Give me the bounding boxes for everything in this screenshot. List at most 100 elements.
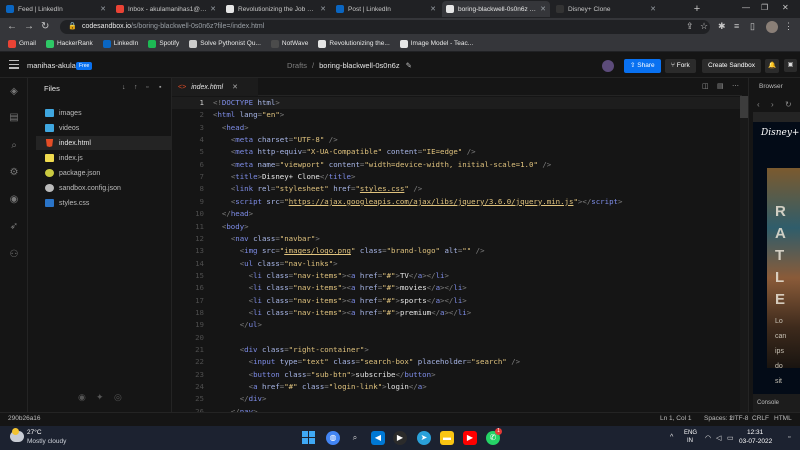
preview-back-icon[interactable]: ‹: [757, 100, 760, 109]
browser-tab[interactable]: Feed | LinkedIn ✕: [2, 1, 110, 17]
sidebar-icon[interactable]: ▯: [750, 21, 755, 32]
battery-icon[interactable]: ▭: [727, 434, 734, 442]
bookmark-item[interactable]: NotWave: [270, 39, 308, 48]
code-line[interactable]: 19 </ul>: [172, 319, 740, 331]
file-explorer-taskbar-icon[interactable]: ▬: [440, 431, 454, 445]
url-input[interactable]: 🔒 codesandbox.io/s/boring-blackwell-0s0n…: [60, 20, 710, 34]
file-item[interactable]: videos: [36, 121, 172, 135]
browser-tab[interactable]: Disney+ Clone ✕: [552, 1, 660, 17]
code-line[interactable]: 17 <li class="nav-items"><a href="#">spo…: [172, 295, 740, 307]
project-info-icon[interactable]: ◈: [8, 86, 20, 98]
file-item[interactable]: sandbox.config.json: [36, 181, 172, 195]
close-tab-icon[interactable]: ✕: [210, 5, 216, 13]
bookmark-item[interactable]: Revolutionizing the...: [318, 39, 390, 48]
wifi-icon[interactable]: ◠: [705, 434, 711, 442]
weather-temperature[interactable]: 27°C: [27, 429, 42, 436]
account-avatar[interactable]: ▣: [784, 59, 797, 72]
maximize-icon[interactable]: ❐: [761, 3, 768, 12]
code-line[interactable]: 5 <meta http-equiv="X-UA-Compatible" con…: [172, 146, 740, 158]
code-line[interactable]: 16 <li class="nav-items"><a href="#">mov…: [172, 282, 740, 294]
drafts-link[interactable]: Drafts: [287, 61, 307, 70]
username[interactable]: manihas-akula: [27, 61, 76, 70]
bookmark-item[interactable]: Gmail: [8, 39, 36, 48]
code-line[interactable]: 21 <div class="right-container">: [172, 344, 740, 356]
tab-index-html[interactable]: <> index.html ✕: [172, 78, 258, 96]
browser-tab[interactable]: Post | LinkedIn ✕: [332, 1, 440, 17]
file-item[interactable]: package.json: [36, 166, 172, 180]
code-line[interactable]: 13 <img src="images/logo.png" class="bra…: [172, 245, 740, 257]
code-line[interactable]: 15 <li class="nav-items"><a href="#">TV<…: [172, 270, 740, 282]
more-icon[interactable]: ⋯: [732, 82, 739, 90]
browser-tab[interactable]: Revolutionizing the Job Market✕: [222, 1, 330, 17]
code-line[interactable]: 22 <input type="text" class="search-box"…: [172, 356, 740, 368]
cursor-position[interactable]: Ln 1, Col 1: [660, 415, 691, 422]
file-item[interactable]: index.html: [36, 136, 172, 150]
close-tab-icon[interactable]: ✕: [100, 5, 106, 13]
fork-button[interactable]: ⑂ Fork: [665, 59, 696, 73]
edit-icon[interactable]: ✎: [406, 61, 412, 70]
minimize-icon[interactable]: —: [742, 3, 750, 12]
bookmark-item[interactable]: Image Model - Teac...: [399, 39, 473, 48]
close-tab-icon[interactable]: ✕: [232, 83, 238, 91]
deploy-icon[interactable]: ➶: [8, 221, 20, 233]
reload-icon[interactable]: ↻: [41, 20, 49, 34]
close-tab-icon[interactable]: ✕: [320, 5, 326, 13]
code-line[interactable]: 11 <body>: [172, 221, 740, 233]
code-line[interactable]: 4 <meta charset="UTF-8" />: [172, 134, 740, 146]
notification-icon[interactable]: ▫: [788, 434, 790, 441]
bookmark-item[interactable]: Spotify: [148, 39, 179, 48]
profile-avatar[interactable]: [766, 21, 778, 33]
extensions-icon[interactable]: ✱: [718, 21, 726, 32]
preview-refresh-icon[interactable]: ↻: [785, 100, 792, 109]
settings-icon[interactable]: ⚙: [8, 167, 20, 179]
new-folder-icon[interactable]: ▪: [159, 84, 161, 91]
start-icon[interactable]: [302, 431, 316, 445]
bookmark-item[interactable]: Solve Pythonist Qu...: [189, 39, 261, 48]
file-item[interactable]: styles.css: [36, 196, 172, 210]
code-line[interactable]: 9 <script src="https://ajax.googleapis.c…: [172, 196, 740, 208]
whatsapp-icon[interactable]: ✆ 1: [486, 428, 502, 445]
code-editor[interactable]: 1 <!DOCTYPE html> 2 <html lang="en"> 3 <head…: [172, 96, 740, 412]
indentation[interactable]: Spaces: 2: [704, 415, 733, 422]
telegram-icon[interactable]: ➤: [417, 431, 431, 445]
language-code[interactable]: ENG: [684, 430, 697, 436]
code-line[interactable]: 12 <nav class="navbar">: [172, 233, 740, 245]
clock-date[interactable]: 03-07-2022: [739, 438, 772, 445]
close-tab-icon[interactable]: ✕: [540, 5, 546, 13]
reading-list-icon[interactable]: ≡: [734, 21, 739, 31]
weather-icon[interactable]: [10, 428, 24, 442]
language-mode[interactable]: HTML: [774, 415, 792, 422]
language-region[interactable]: IN: [687, 438, 693, 444]
menu-icon[interactable]: ⋮: [784, 21, 793, 32]
file-item[interactable]: images: [36, 106, 172, 120]
twitter-icon[interactable]: ✦: [96, 392, 104, 403]
line-ending[interactable]: CRLF: [752, 415, 769, 422]
split-editor-icon[interactable]: ◫: [702, 82, 709, 90]
live-users-icon[interactable]: ⚇: [8, 249, 20, 261]
new-file-icon[interactable]: ▫: [146, 84, 148, 91]
editor-scrollbar[interactable]: [740, 96, 748, 412]
close-window-icon[interactable]: ✕: [782, 3, 789, 12]
code-line[interactable]: 23 <button class="sub-btn">subscribe</bu…: [172, 369, 740, 381]
github-social-icon[interactable]: ◉: [78, 392, 86, 403]
close-tab-icon[interactable]: ✕: [430, 5, 436, 13]
bell-icon[interactable]: 🔔: [765, 59, 779, 73]
hamburger-icon[interactable]: [9, 60, 19, 70]
share-page-icon[interactable]: ⇪: [686, 21, 694, 32]
code-line[interactable]: 25 </div>: [172, 393, 740, 405]
code-line[interactable]: 18 <li class="nav-items"><a href="#">pre…: [172, 307, 740, 319]
search-icon[interactable]: ⌕: [8, 140, 20, 152]
back-icon[interactable]: ←: [7, 20, 17, 34]
collaborator-avatar[interactable]: [602, 60, 614, 72]
code-line[interactable]: 10 </head>: [172, 208, 740, 220]
code-line[interactable]: 14 <ul class="nav-links">: [172, 258, 740, 270]
upload-icon[interactable]: ↑: [134, 84, 138, 91]
code-line[interactable]: 8 <link rel="stylesheet" href="styles.cs…: [172, 183, 740, 195]
close-tab-icon[interactable]: ✕: [650, 5, 656, 13]
editor-scroll-thumb[interactable]: [740, 96, 748, 118]
search-taskbar-icon[interactable]: ⌕: [348, 431, 362, 445]
code-line[interactable]: 3 <head>: [172, 122, 740, 134]
chrome-icon[interactable]: ◍: [326, 431, 340, 445]
volume-icon[interactable]: ◁: [716, 434, 721, 442]
discord-icon[interactable]: ◎: [114, 392, 122, 403]
